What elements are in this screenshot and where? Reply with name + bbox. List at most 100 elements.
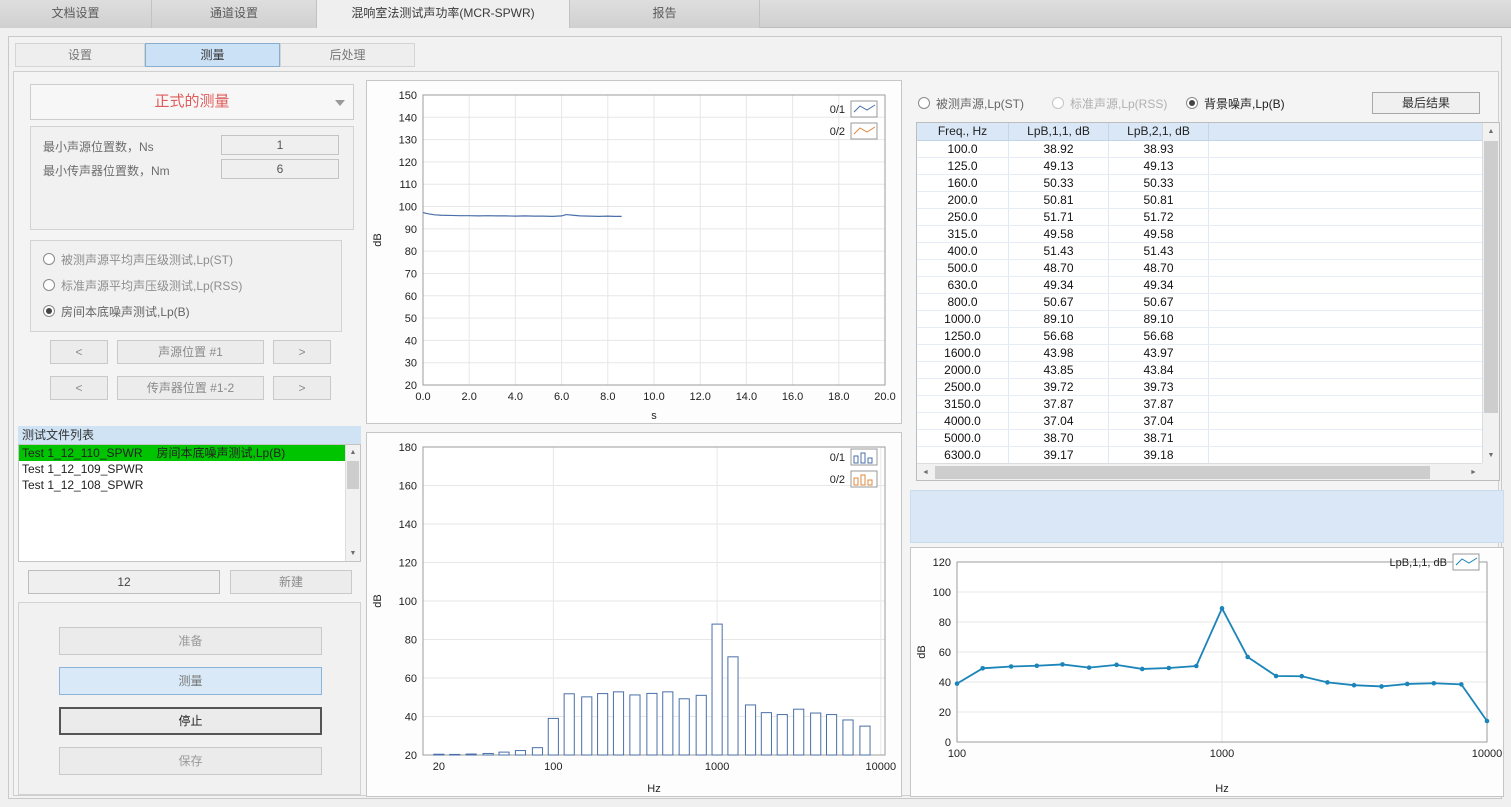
table-cell: 48.70 (1109, 260, 1209, 276)
svg-text:1000: 1000 (705, 761, 729, 773)
table-row[interactable]: 6300.039.1739.18 (917, 447, 1482, 463)
scroll-down-icon[interactable]: ▼ (346, 546, 360, 561)
table-cell-filler (1209, 243, 1482, 259)
table-row[interactable]: 630.049.3449.34 (917, 277, 1482, 294)
scroll-thumb[interactable] (1484, 141, 1498, 413)
table-row[interactable]: 400.051.4351.43 (917, 243, 1482, 260)
nm-input[interactable]: 6 (221, 159, 339, 179)
ns-input[interactable]: 1 (221, 135, 339, 155)
radio-icon (43, 253, 55, 265)
svg-text:70: 70 (405, 268, 417, 280)
tab-channel-settings[interactable]: 通道设置 (152, 0, 317, 28)
svg-text:2.0: 2.0 (462, 391, 477, 403)
measure-button[interactable]: 测量 (59, 667, 322, 695)
radio-icon (43, 279, 55, 291)
svg-text:16.0: 16.0 (782, 391, 803, 403)
file-name: Test 1_12_108_SPWR (22, 478, 143, 492)
prepare-button[interactable]: 准备 (59, 627, 322, 655)
measurement-mode-dropdown[interactable]: 正式的测量 (30, 84, 354, 120)
table-cell: 6300.0 (917, 447, 1009, 463)
table-row[interactable]: 5000.038.7038.71 (917, 430, 1482, 447)
table-row[interactable]: 3150.037.8737.87 (917, 396, 1482, 413)
file-list-item[interactable]: Test 1_12_108_SPWR (19, 477, 345, 493)
source-next-button[interactable]: > (273, 340, 331, 364)
table-horizontal-scrollbar[interactable]: ◄ ► (917, 463, 1482, 480)
file-name: Test 1_12_110_SPWR (22, 446, 143, 460)
svg-text:20.0: 20.0 (874, 391, 895, 403)
scroll-down-icon[interactable]: ▼ (1483, 447, 1499, 464)
tab-document-settings[interactable]: 文档设置 (0, 0, 152, 28)
table-row[interactable]: 1250.056.6856.68 (917, 328, 1482, 345)
test-type-group: 被测声源平均声压级测试,Lp(ST) 标准声源平均声压级测试,Lp(RSS) 房… (30, 240, 342, 332)
radio-view-lp-st[interactable]: 被测声源,Lp(ST) (918, 95, 1024, 111)
radio-view-lp-b[interactable]: 背景噪声,Lp(B) (1186, 95, 1285, 111)
table-row[interactable]: 500.048.7048.70 (917, 260, 1482, 277)
file-name: Test 1_12_109_SPWR (22, 462, 143, 476)
radio-lp-b[interactable]: 房间本底噪声测试,Lp(B) (43, 303, 190, 319)
source-position-button[interactable]: 声源位置 #1 (117, 340, 264, 364)
scroll-thumb[interactable] (935, 466, 1430, 479)
radio-label: 背景噪声,Lp(B) (1204, 95, 1285, 112)
mic-position-button[interactable]: 传声器位置 #1-2 (117, 376, 264, 400)
file-list-scrollbar[interactable]: ▲ ▼ (345, 445, 360, 561)
subtab-measure[interactable]: 测量 (145, 43, 280, 67)
table-cell: 5000.0 (917, 430, 1009, 446)
table-row[interactable]: 100.038.9238.93 (917, 141, 1482, 158)
svg-text:60: 60 (405, 673, 417, 685)
table-cell: 49.13 (1009, 158, 1109, 174)
table-cell: 3150.0 (917, 396, 1009, 412)
table-cell: 49.58 (1109, 226, 1209, 242)
time-history-chart: 20304050607080901001101201301401500.02.0… (366, 80, 902, 424)
radio-label: 房间本底噪声测试,Lp(B) (61, 303, 190, 320)
table-vertical-scrollbar[interactable]: ▲ ▼ (1482, 123, 1499, 464)
radio-lp-st[interactable]: 被测声源平均声压级测试,Lp(ST) (43, 251, 233, 267)
svg-text:8.0: 8.0 (600, 391, 615, 403)
table-cell-filler (1209, 260, 1482, 276)
scroll-up-icon[interactable]: ▲ (346, 445, 360, 460)
table-row[interactable]: 2500.039.7239.73 (917, 379, 1482, 396)
svg-text:40: 40 (939, 677, 951, 689)
table-row[interactable]: 250.051.7151.72 (917, 209, 1482, 226)
table-row[interactable]: 315.049.5849.58 (917, 226, 1482, 243)
table-cell: 400.0 (917, 243, 1009, 259)
svg-text:80: 80 (405, 246, 417, 258)
table-row[interactable]: 1000.089.1089.10 (917, 311, 1482, 328)
table-cell-filler (1209, 141, 1482, 157)
table-row[interactable]: 2000.043.8543.84 (917, 362, 1482, 379)
table-row[interactable]: 160.050.3350.33 (917, 175, 1482, 192)
source-prev-button[interactable]: < (50, 340, 108, 364)
mic-next-button[interactable]: > (273, 376, 331, 400)
table-row[interactable]: 1600.043.9843.97 (917, 345, 1482, 362)
subtab-postprocess[interactable]: 后处理 (280, 43, 415, 67)
svg-text:120: 120 (399, 157, 417, 169)
svg-text:180: 180 (399, 442, 417, 454)
tab-mcr-spwr[interactable]: 混响室法测试声功率(MCR-SPWR) (317, 0, 570, 28)
stop-button[interactable]: 停止 (59, 707, 322, 735)
table-cell: 38.93 (1109, 141, 1209, 157)
save-button[interactable]: 保存 (59, 747, 322, 775)
scroll-thumb[interactable] (347, 461, 359, 489)
file-list-item[interactable]: Test 1_12_110_SPWR房间本底噪声测试,Lp(B) (19, 445, 345, 461)
table-cell: 49.58 (1009, 226, 1109, 242)
table-cell: 51.71 (1009, 209, 1109, 225)
svg-text:0/2: 0/2 (830, 126, 845, 138)
table-cell: 250.0 (917, 209, 1009, 225)
table-row[interactable]: 4000.037.0437.04 (917, 413, 1482, 430)
scroll-up-icon[interactable]: ▲ (1483, 123, 1499, 140)
subtab-settings[interactable]: 设置 (15, 43, 145, 67)
scroll-right-icon[interactable]: ► (1465, 464, 1482, 481)
table-row[interactable]: 800.050.6750.67 (917, 294, 1482, 311)
table-cell: 39.17 (1009, 447, 1109, 463)
table-row[interactable]: 200.050.8150.81 (917, 192, 1482, 209)
file-list-item[interactable]: Test 1_12_109_SPWR (19, 461, 345, 477)
file-counter-input[interactable]: 12 (28, 570, 220, 594)
tab-report[interactable]: 报告 (570, 0, 760, 28)
radio-lp-rss[interactable]: 标准声源平均声压级测试,Lp(RSS) (43, 277, 242, 293)
scroll-left-icon[interactable]: ◄ (917, 464, 934, 481)
mic-prev-button[interactable]: < (50, 376, 108, 400)
table-cell: 51.43 (1009, 243, 1109, 259)
final-result-button[interactable]: 最后结果 (1372, 92, 1480, 114)
new-file-button[interactable]: 新建 (230, 570, 352, 594)
svg-text:s: s (651, 410, 657, 422)
table-row[interactable]: 125.049.1349.13 (917, 158, 1482, 175)
